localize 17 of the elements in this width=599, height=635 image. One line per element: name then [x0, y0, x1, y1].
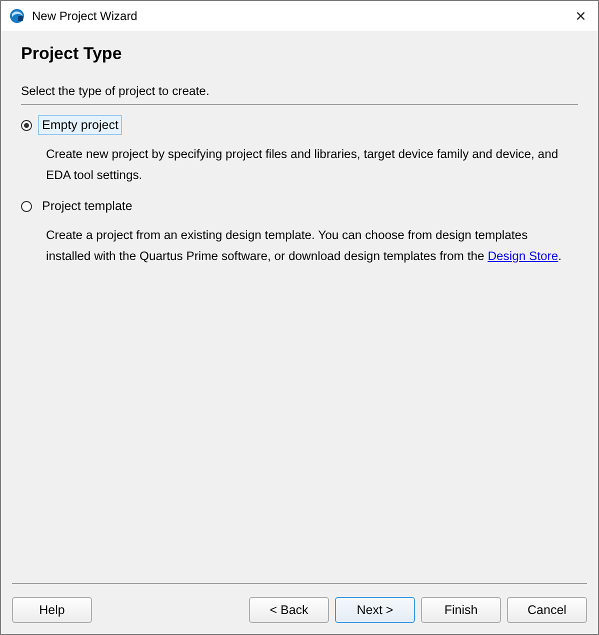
option-label[interactable]: Project template	[38, 196, 136, 216]
design-store-link[interactable]: Design Store	[488, 249, 558, 263]
radio-button[interactable]	[21, 200, 32, 212]
close-icon[interactable]: ×	[571, 6, 590, 26]
radio-button[interactable]	[21, 120, 32, 130]
wizard-button[interactable]: < Back	[249, 597, 329, 623]
wizard-button[interactable]: Cancel	[507, 597, 587, 623]
help-button[interactable]: Help	[12, 597, 92, 623]
page-heading: Project Type	[21, 44, 123, 64]
window-title: New Project Wizard	[32, 9, 138, 23]
option-description: Create a project from an existing design template. You can choose from design templates installed with the Quartus Prime software, or download design templates from the Design Store.	[46, 227, 563, 265]
option-description: Create new project by specifying project files and libraries, target device family and device, and EDA tool settings.	[46, 146, 560, 184]
wizard-button[interactable]: Next >	[335, 597, 415, 623]
option-label[interactable]: Empty project	[38, 115, 122, 135]
app-icon	[9, 8, 25, 24]
instruction-text: Select the type of project to create.	[21, 84, 210, 98]
wizard-button[interactable]: Finish	[421, 597, 501, 623]
